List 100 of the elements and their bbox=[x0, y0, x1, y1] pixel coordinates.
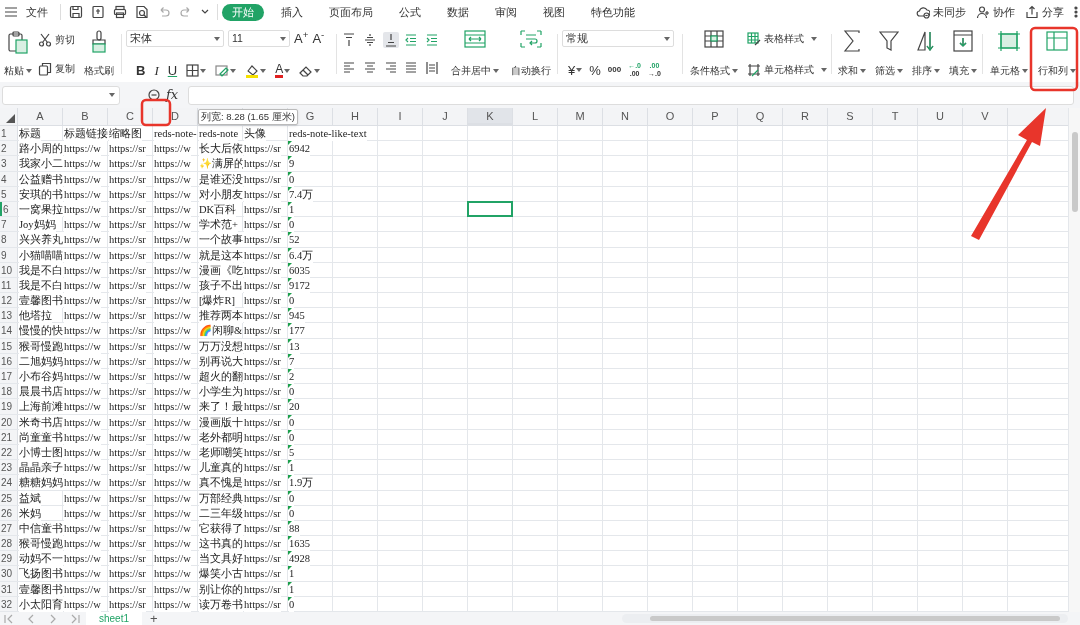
row-header[interactable]: 18 bbox=[0, 384, 18, 399]
table-style-button[interactable]: 表格样式 bbox=[747, 31, 827, 46]
align-left-button[interactable] bbox=[341, 60, 357, 76]
previous-sheet-icon[interactable] bbox=[26, 613, 36, 624]
person-button[interactable]: 协作 bbox=[976, 3, 1015, 21]
conditional-format-button[interactable]: 条件格式 bbox=[687, 30, 741, 78]
more-icon[interactable] bbox=[1074, 6, 1078, 18]
column-header[interactable]: Q bbox=[738, 108, 783, 125]
caret-icon bbox=[230, 68, 237, 73]
first-sheet-icon[interactable] bbox=[4, 613, 14, 624]
active-cell[interactable] bbox=[467, 200, 513, 217]
column-header[interactable]: L bbox=[513, 108, 558, 125]
borders-icon[interactable] bbox=[186, 64, 200, 77]
menu-icon[interactable] bbox=[4, 6, 18, 18]
format-painter-button[interactable]: 格式刷 bbox=[81, 30, 117, 78]
select-all-icon[interactable] bbox=[6, 114, 15, 123]
column-header[interactable]: T bbox=[873, 108, 918, 125]
shrink-font-button[interactable]: A$^{-}$ bbox=[312, 32, 325, 45]
caret-icon bbox=[970, 68, 977, 73]
ribbon-tab[interactable]: 插入 bbox=[276, 3, 308, 21]
column-header[interactable]: R bbox=[783, 108, 828, 125]
zoom-out-icon[interactable] bbox=[148, 89, 160, 101]
cloud-button[interactable]: 未同步 bbox=[916, 3, 966, 21]
fill-button[interactable]: 填充 bbox=[947, 30, 978, 78]
ribbon-tab[interactable]: 视图 bbox=[538, 3, 570, 21]
print-icon[interactable] bbox=[113, 5, 127, 19]
add-sheet-button[interactable]: + bbox=[150, 612, 158, 625]
font-name-field[interactable]: 宋体 bbox=[126, 30, 224, 47]
last-sheet-icon[interactable] bbox=[70, 613, 80, 624]
dropdown-icon[interactable] bbox=[201, 9, 209, 15]
eraser-icon[interactable] bbox=[299, 64, 314, 77]
merge-center-button[interactable]: 合并居中 bbox=[447, 30, 503, 78]
percent-button[interactable]: % bbox=[589, 63, 601, 77]
wrap-text-button[interactable]: 自动换行 bbox=[509, 30, 553, 78]
underline-button[interactable]: U bbox=[167, 64, 178, 77]
bold-button[interactable]: B bbox=[136, 64, 146, 77]
save-icon[interactable] bbox=[69, 5, 83, 19]
filter-button[interactable]: 筛选 bbox=[873, 30, 904, 78]
font-size-field[interactable]: 11 bbox=[228, 30, 290, 47]
thousands-button[interactable]: 000 bbox=[607, 66, 622, 74]
align-top-button[interactable] bbox=[341, 32, 357, 48]
caret-icon bbox=[260, 68, 267, 73]
row-header[interactable]: 29 bbox=[0, 551, 18, 566]
column-header[interactable]: K bbox=[468, 108, 513, 125]
print-preview-icon[interactable] bbox=[135, 5, 149, 19]
column-header[interactable]: H bbox=[333, 108, 378, 125]
share-button[interactable]: 分享 bbox=[1025, 3, 1064, 21]
currency-button[interactable]: ¥ bbox=[568, 63, 576, 77]
column-header[interactable]: N bbox=[603, 108, 648, 125]
align-bottom-button[interactable] bbox=[382, 32, 399, 48]
formula-input[interactable] bbox=[188, 85, 1074, 105]
sum-button[interactable]: 求和 bbox=[836, 30, 867, 78]
number-format-field[interactable]: 常规 bbox=[562, 30, 674, 47]
column-header[interactable]: U bbox=[918, 108, 963, 125]
row-header[interactable]: 2 bbox=[0, 141, 18, 156]
ribbon-tab[interactable]: 页面布局 bbox=[324, 3, 378, 21]
align-distribute-button[interactable] bbox=[424, 60, 441, 76]
column-header[interactable]: S bbox=[828, 108, 873, 125]
sort-button[interactable]: 排序 bbox=[910, 30, 941, 78]
row-header[interactable]: 28 bbox=[0, 536, 18, 551]
scrollbar-thumb[interactable] bbox=[650, 616, 1060, 621]
cell-style-button[interactable]: 单元格样式 bbox=[747, 62, 827, 77]
cell-button[interactable]: 单元格 bbox=[987, 30, 1031, 78]
column-header[interactable]: C bbox=[108, 108, 153, 125]
file-menu[interactable]: 文件 bbox=[26, 3, 48, 21]
rows-columns-button[interactable]: 行和列 bbox=[1035, 30, 1079, 78]
scrollbar-thumb[interactable] bbox=[1072, 132, 1078, 212]
cell-edit-icon[interactable] bbox=[215, 64, 230, 77]
row-header[interactable]: 24 bbox=[0, 475, 18, 490]
copy-button[interactable]: 复制 bbox=[38, 61, 75, 76]
row-header[interactable]: 30 bbox=[0, 566, 18, 581]
ribbon-tab[interactable]: 审阅 bbox=[490, 3, 522, 21]
cut-button[interactable]: 剪切 bbox=[38, 32, 75, 47]
row-header[interactable]: 19 bbox=[0, 399, 18, 414]
paste-button[interactable]: 粘贴 bbox=[4, 30, 32, 78]
grow-font-button[interactable]: A$^{+}$ bbox=[294, 32, 309, 45]
row-header[interactable]: 13 bbox=[0, 308, 18, 323]
column-header[interactable]: I bbox=[378, 108, 423, 125]
column-header[interactable]: O bbox=[648, 108, 693, 125]
export-icon[interactable] bbox=[91, 5, 105, 19]
ribbon-tab[interactable]: 特色功能 bbox=[586, 3, 640, 21]
italic-button[interactable]: I bbox=[154, 64, 159, 77]
column-header[interactable]: M bbox=[558, 108, 603, 125]
column-header[interactable]: B bbox=[63, 108, 108, 125]
row-header[interactable]: 3 bbox=[0, 156, 18, 171]
row-header[interactable]: 12 bbox=[0, 293, 18, 308]
column-header[interactable]: V bbox=[963, 108, 1008, 125]
ribbon-tab[interactable]: 公式 bbox=[394, 3, 426, 21]
next-sheet-icon[interactable] bbox=[48, 613, 58, 624]
row-header[interactable]: 23 bbox=[0, 460, 18, 475]
row-header[interactable]: 7 bbox=[0, 217, 18, 232]
row-header[interactable]: 1 bbox=[0, 126, 18, 141]
row-header[interactable]: 14 bbox=[0, 323, 18, 338]
fill-color-icon[interactable] bbox=[245, 63, 260, 78]
row-header[interactable]: 17 bbox=[0, 369, 18, 384]
caret-icon bbox=[933, 68, 940, 73]
row-header[interactable]: 8 bbox=[0, 232, 18, 247]
column-header[interactable]: A bbox=[18, 108, 63, 125]
column-header[interactable]: P bbox=[693, 108, 738, 125]
ribbon-tab[interactable]: 数据 bbox=[442, 3, 474, 21]
